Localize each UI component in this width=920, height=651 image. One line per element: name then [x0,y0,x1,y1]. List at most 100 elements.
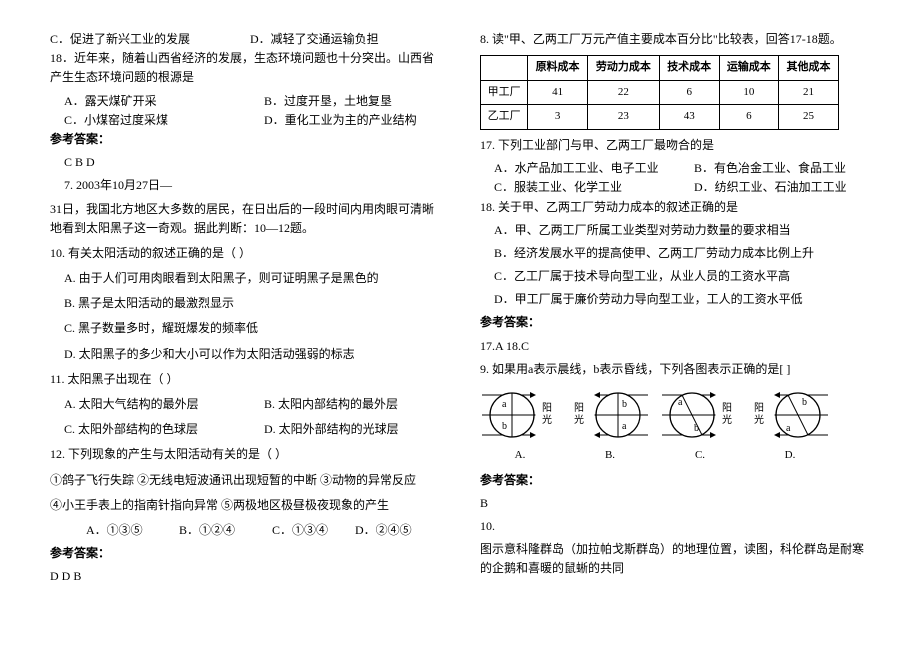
options-row: C．促进了新兴工业的发展 D．减轻了交通运输负担 [50,30,440,49]
svg-text:b: b [694,423,699,434]
q18r-c: C．乙工厂属于技术导向型工业，从业人员的工资水平高 [480,267,870,286]
q12-d: D．②④⑤ [355,521,412,540]
q11-c: C. 太阳外部结构的色球层 [64,420,264,439]
diag-c: a b 阳 光 C. [660,385,740,465]
q18r-a: A．甲、乙两工厂所属工业类型对劳动力数量的要求相当 [480,221,870,240]
q10: 10. 有关太阳活动的叙述正确的是（ ） [50,244,440,263]
answer-label-r: 参考答案： [480,313,870,332]
q18r-b: B．经济发展水平的提高使甲、乙两工厂劳动力成本比例上升 [480,244,870,263]
q11: 11. 太阳黑子出现在（ ） [50,370,440,389]
q17: 17. 下列工业部门与甲、乙两工厂最吻合的是 [480,136,870,155]
answer-ddb: D D B [50,567,440,586]
table-row: 乙工厂 3 23 43 6 25 [481,105,839,130]
q10r-text: 图示意科隆群岛（加拉帕戈斯群岛）的地理位置，读图，科伦群岛是耐寒的企鹅和喜暖的鼠… [480,540,870,578]
svg-text:阳: 阳 [722,402,732,414]
cell: 23 [587,105,659,130]
svg-text:阳: 阳 [754,402,764,414]
opt-d: D．减轻了交通运输负担 [250,30,379,49]
q18-row2: C．小煤窑过度采煤 D．重化工业为主的产业结构 [50,111,440,130]
svg-text:光: 光 [754,413,764,426]
table-row: 甲工厂 41 22 6 10 21 [481,80,839,105]
svg-text:a: a [622,421,627,432]
svg-text:a: a [678,397,683,408]
q10-c: C. 黑子数量多时，耀斑爆发的频率低 [50,319,440,338]
svg-text:光: 光 [722,413,732,426]
answer-label-2: 参考答案： [50,544,440,563]
cell: 甲工厂 [481,80,528,105]
opt-c: C．促进了新兴工业的发展 [50,30,250,49]
q9: 9. 如果用a表示晨线，b表示昏线，下列各图表示正确的是[ ] [480,360,870,379]
circle-diagram-icon: b a 阳 光 [570,385,650,447]
q10-d: D. 太阳黑子的多少和大小可以作为太阳活动强弱的标志 [50,345,440,364]
q17-b: B．有色冶金工业、食品工业 [694,159,846,178]
th-tech: 技术成本 [659,56,719,81]
th-other: 其他成本 [779,56,839,81]
q12: 12. 下列现象的产生与太阳活动有关的是（ ） [50,445,440,464]
cell: 6 [659,80,719,105]
q11-row2: C. 太阳外部结构的色球层 D. 太阳外部结构的光球层 [50,420,440,439]
cell: 3 [528,105,588,130]
q17-a: A．水产品加工工业、电子工业 [494,159,694,178]
diag-label-a: A. [480,447,560,465]
cell: 22 [587,80,659,105]
diag-label-d: D. [750,447,830,465]
diag-d: b a 阳 光 D. [750,385,830,465]
q17-row2: C．服装工业、化学工业 D．纺织工业、石油加工工业 [480,178,870,197]
cell: 41 [528,80,588,105]
svg-text:a: a [786,423,791,434]
cell: 乙工厂 [481,105,528,130]
q11-row1: A. 太阳大气结构的最外层 B. 太阳内部结构的最外层 [50,395,440,414]
diagram-row: a b 阳 光 A. b a 阳 光 B. [480,385,870,465]
q18-b: B．过度开垦，土地复垦 [264,92,392,111]
q7-head: 7. 2003年10月27日— [50,176,440,195]
q8: 8. 读"甲、乙两工厂万元产值主要成本百分比"比较表，回答17-18题。 [480,30,870,49]
svg-text:a: a [502,399,507,410]
circle-diagram-icon: a b 阳 光 [660,385,740,447]
th-labor: 劳动力成本 [587,56,659,81]
cost-table: 原料成本 劳动力成本 技术成本 运输成本 其他成本 甲工厂 41 22 6 10… [480,55,839,130]
th-raw: 原料成本 [528,56,588,81]
svg-text:b: b [622,399,627,410]
q11-b: B. 太阳内部结构的最外层 [264,395,398,414]
q17-c: C．服装工业、化学工业 [494,178,694,197]
q18-c: C．小煤窑过度采煤 [64,111,264,130]
svg-text:阳: 阳 [574,402,584,414]
q18-a: A．露天煤矿开采 [64,92,264,111]
svg-text:光: 光 [542,413,552,426]
cell: 25 [779,105,839,130]
diag-label-c: C. [660,447,740,465]
q18r: 18. 关于甲、乙两工厂劳动力成本的叙述正确的是 [480,198,870,217]
q10-a: A. 由于人们可用肉眼看到太阳黑子，则可证明黑子是黑色的 [50,269,440,288]
cell: 10 [719,80,779,105]
q11-d: D. 太阳外部结构的光球层 [264,420,399,439]
cell: 21 [779,80,839,105]
circle-diagram-icon: b a 阳 光 [750,385,830,447]
diag-a: a b 阳 光 A. [480,385,560,465]
q17-d: D．纺织工业、石油加工工业 [694,178,847,197]
svg-text:阳: 阳 [542,402,552,414]
q18: 18．近年来，随着山西省经济的发展，生态环境问题也十分突出。山西省产生生态环境问… [50,49,440,87]
q12-choices: A．①③⑤ B．①②④ C．①③④ D．②④⑤ [50,521,440,540]
answer-cbd: C B D [50,153,440,172]
q12-a: A．①③⑤ [86,521,176,540]
answer-label: 参考答案： [50,130,440,149]
diag-label-b: B. [570,447,650,465]
q7-body: 31日，我国北方地区大多数的居民，在日出后的一段时间内用肉眼可清晰地看到太阳黑子… [50,200,440,238]
q12-b: B．①②④ [179,521,269,540]
ans-17-18: 17.A 18.C [480,337,870,356]
q18-d: D．重化工业为主的产业结构 [264,111,417,130]
q18r-d: D．甲工厂属于廉价劳动力导向型工业，工人的工资水平低 [480,290,870,309]
diag-b: b a 阳 光 B. [570,385,650,465]
q11-a: A. 太阳大气结构的最外层 [64,395,264,414]
th-transport: 运输成本 [719,56,779,81]
q12-opts2: ④小王手表上的指南针指向异常 ⑤两极地区极昼极夜现象的产生 [50,496,440,515]
q10r: 10. [480,517,870,536]
q12-opts1: ①鸽子飞行失踪 ②无线电短波通讯出现短暂的中断 ③动物的异常反应 [50,471,440,490]
q17-row1: A．水产品加工工业、电子工业 B．有色冶金工业、食品工业 [480,159,870,178]
table-header-row: 原料成本 劳动力成本 技术成本 运输成本 其他成本 [481,56,839,81]
q10-b: B. 黑子是太阳活动的最激烈显示 [50,294,440,313]
th-blank [481,56,528,81]
svg-text:b: b [802,397,807,408]
svg-text:b: b [502,421,507,432]
answer-label-r2: 参考答案： [480,471,870,490]
